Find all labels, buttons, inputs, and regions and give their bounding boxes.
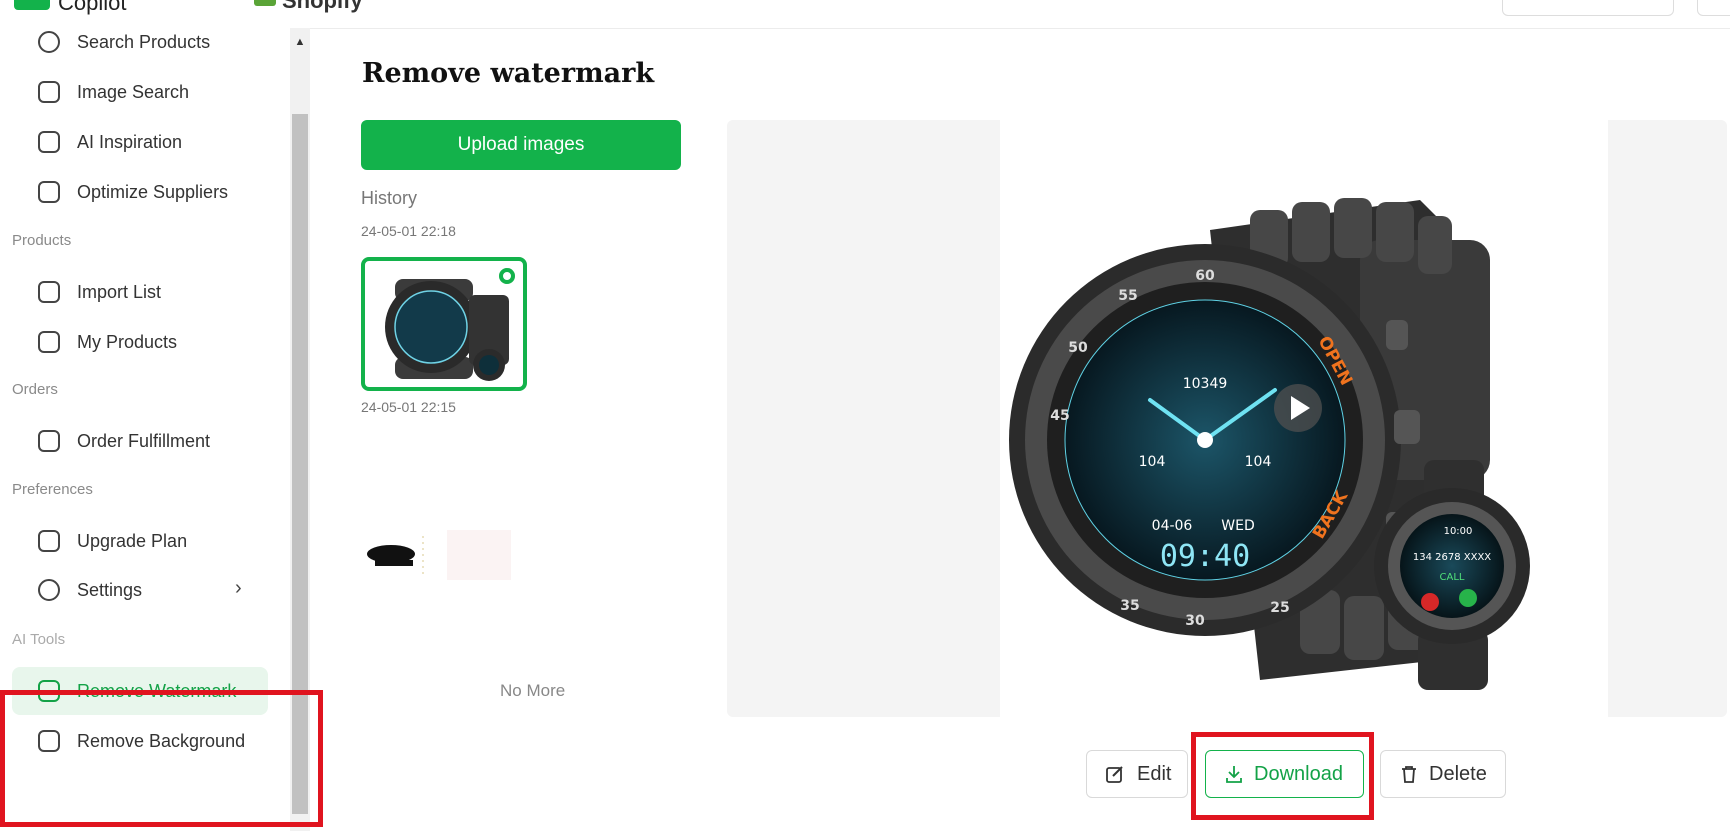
store-icon	[38, 131, 60, 153]
sidebar-item-order-fulfillment[interactable]: Order Fulfillment	[12, 417, 268, 465]
sidebar-item-label: Optimize Suppliers	[77, 182, 229, 202]
logo-icon	[14, 0, 50, 10]
preview-image: 60 55 50 45 35 30 25 OPEN BACK 10349 104	[1000, 120, 1608, 717]
app-logo-text: Copilot	[58, 0, 127, 15]
sidebar-item-label: AI Inspiration	[77, 132, 183, 152]
edit-label: Edit	[1137, 763, 1172, 785]
edit-icon	[1105, 764, 1125, 790]
history-thumbnail-selected[interactable]	[361, 257, 527, 391]
section-title-orders: Orders	[12, 381, 58, 398]
weekday-text: WED	[1221, 518, 1254, 534]
sidebar-item-label: Order Fulfillment	[77, 431, 211, 451]
sidebar-item-label: Search Products	[77, 32, 211, 52]
sidebar-item-ai-inspiration[interactable]: AI Inspiration	[12, 118, 268, 166]
upload-images-button[interactable]: Upload images	[361, 120, 681, 170]
bezel-text: 45	[1050, 408, 1069, 424]
bezel-text: 60	[1195, 268, 1215, 284]
sidebar-item-label: Upgrade Plan	[77, 531, 188, 551]
sidebar-item-import-list[interactable]: Import List	[12, 268, 268, 316]
sidebar-item-label: My Products	[77, 332, 178, 352]
delete-button[interactable]: Delete	[1380, 750, 1506, 798]
trash-icon	[1399, 764, 1419, 790]
scroll-up-arrow-icon[interactable]: ▲	[290, 36, 310, 48]
clipboard-icon	[38, 281, 60, 303]
sidebar-item-image-search[interactable]: Image Search	[12, 68, 268, 116]
highlight-box-download	[1191, 732, 1374, 820]
bezel-text: 50	[1068, 340, 1088, 356]
calories-text: 104	[1245, 454, 1272, 470]
heart-rate-text: 104	[1139, 454, 1166, 470]
time-text: 09:40	[1160, 539, 1250, 574]
top-bar-icon-button[interactable]	[1697, 0, 1730, 16]
chart-icon	[38, 530, 60, 552]
selected-radio-icon	[499, 268, 515, 284]
history-thumbnail[interactable]	[361, 520, 531, 590]
bag-icon	[38, 331, 60, 353]
bezel-text: 25	[1270, 600, 1289, 616]
shopify-icon	[254, 0, 276, 6]
gear-icon	[38, 579, 60, 601]
page-title: Remove watermark	[362, 58, 655, 89]
chevron-right-icon: ›	[235, 577, 242, 599]
sidebar-item-label: Settings	[77, 580, 143, 600]
no-more-text: No More	[500, 681, 566, 700]
history-timestamp: 24-05-01 22:15	[361, 399, 456, 415]
sidebar-item-label: Import List	[77, 282, 162, 302]
section-title-ai-tools: AI Tools	[12, 631, 66, 648]
section-title-products: Products	[12, 232, 72, 249]
search-icon	[38, 31, 60, 53]
sidebar-item-my-products[interactable]: My Products	[12, 318, 268, 366]
bezel-text: 30	[1185, 613, 1205, 629]
edit-button[interactable]: Edit	[1086, 750, 1188, 798]
section-title-preferences: Preferences	[12, 481, 93, 498]
bezel-text: 35	[1120, 598, 1139, 614]
delete-label: Delete	[1429, 763, 1487, 785]
receipt-icon	[38, 430, 60, 452]
platform-logo-text: Shopify	[282, 0, 363, 13]
small-watch-call-text: CALL	[1440, 572, 1465, 583]
pulse-icon	[38, 181, 60, 203]
sidebar-item-settings[interactable]: Settings ›	[12, 566, 268, 614]
sidebar-item-optimize-suppliers[interactable]: Optimize Suppliers	[12, 168, 268, 216]
image-icon	[38, 81, 60, 103]
sidebar-item-label: Image Search	[77, 82, 190, 102]
smartwatch-product-image: 60 55 50 45 35 30 25 OPEN BACK 10349 104	[1009, 198, 1530, 690]
history-label: History	[361, 188, 418, 208]
bezel-text: 55	[1118, 288, 1137, 304]
steps-text: 10349	[1183, 376, 1228, 392]
sidebar-item-search-products[interactable]: Search Products	[12, 18, 268, 66]
main-content: Remove watermark Upload images History 2…	[310, 28, 1730, 831]
small-watch-time-text: 10:00	[1444, 526, 1473, 537]
history-timestamp: 24-05-01 22:18	[361, 223, 456, 239]
date-text: 04-06	[1152, 518, 1193, 534]
top-bar-button[interactable]	[1502, 0, 1674, 16]
highlight-box-ai-tools	[0, 690, 323, 827]
sidebar-item-upgrade-plan[interactable]: Upgrade Plan	[12, 517, 268, 565]
redacted-thumbnail-image	[367, 530, 511, 580]
small-watch-number-text: 134 2678 XXXX	[1413, 552, 1491, 563]
